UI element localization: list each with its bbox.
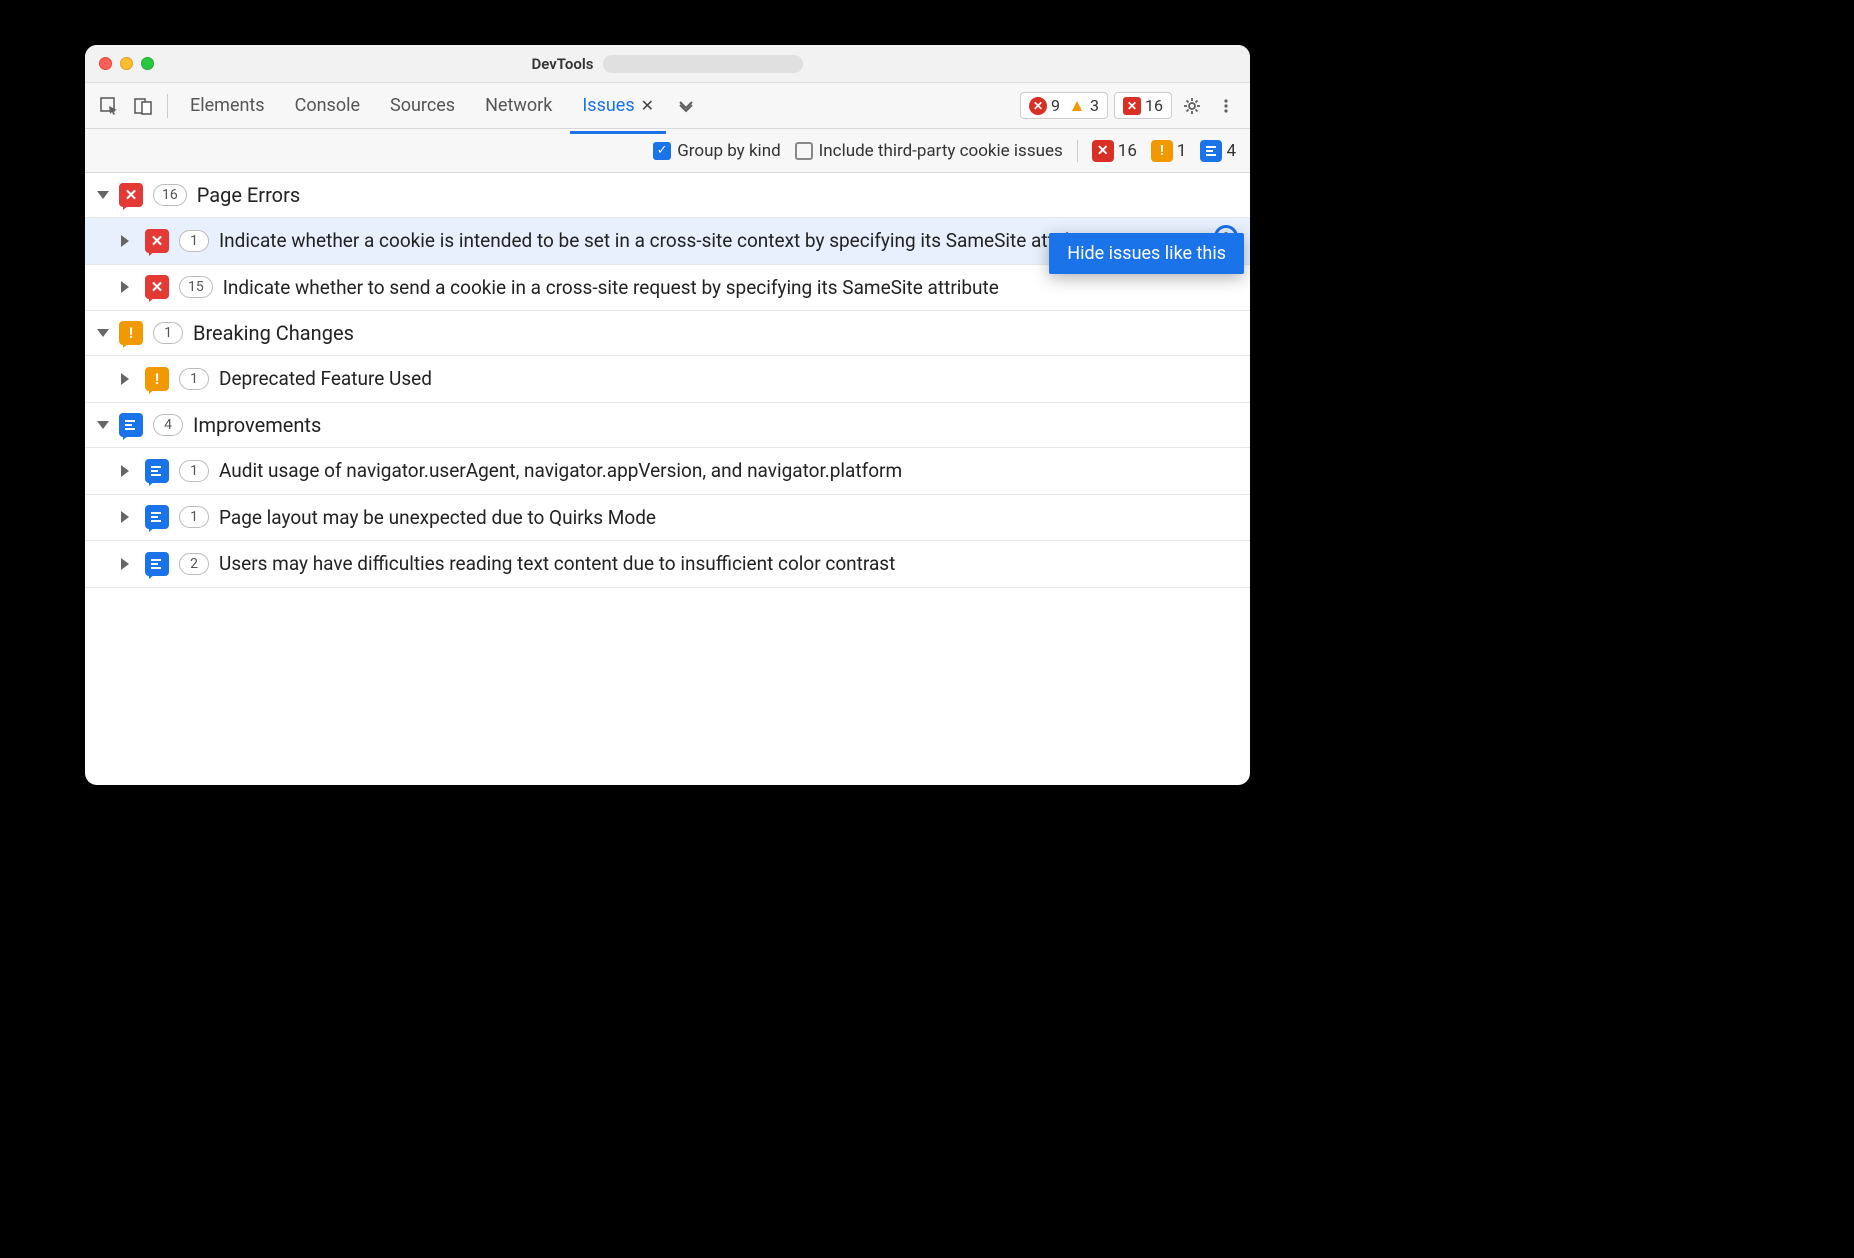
maximize-window-button[interactable] — [141, 57, 154, 70]
filter-errors-count: 16 — [1118, 141, 1137, 161]
chevron-down-icon — [97, 191, 109, 199]
warning-count-value: 3 — [1090, 96, 1099, 115]
filter-improvements-count: 4 — [1226, 141, 1236, 161]
issue-row[interactable]: 1 Page layout may be unexpected due to Q… — [85, 495, 1250, 542]
info-bubble-icon — [145, 505, 169, 529]
chevron-down-icon — [97, 329, 109, 337]
error-icon: ✕ — [1029, 97, 1047, 115]
group-header-page-errors[interactable]: ✕ 16 Page Errors — [85, 173, 1250, 218]
issue-row[interactable]: 2 Users may have difficulties reading te… — [85, 541, 1250, 588]
issue-text: Deprecated Feature Used — [219, 366, 1238, 392]
chevron-right-icon — [121, 235, 135, 247]
device-toolbar-icon[interactable] — [129, 92, 157, 120]
error-count: ✕ 9 — [1029, 96, 1060, 115]
devtools-window: DevTools Elements Console Sources Networ… — [85, 45, 1250, 785]
group-title: Page Errors — [197, 183, 300, 207]
issue-text: Page layout may be unexpected due to Qui… — [219, 505, 1238, 531]
error-bubble-icon: ✕ — [1092, 140, 1114, 162]
subbar-divider — [1077, 140, 1078, 162]
issue-row[interactable]: 1 Audit usage of navigator.userAgent, na… — [85, 448, 1250, 495]
minimize-window-button[interactable] — [120, 57, 133, 70]
context-menu-hide-label: Hide issues like this — [1067, 243, 1226, 264]
more-tabs-icon[interactable] — [672, 92, 700, 120]
chevron-right-icon — [121, 558, 135, 570]
chevron-down-icon — [97, 421, 109, 429]
issue-count: 2 — [179, 553, 209, 575]
filter-improvements[interactable]: 4 — [1200, 140, 1236, 162]
inspect-element-icon[interactable] — [95, 92, 123, 120]
group-by-kind-checkbox[interactable]: ✓ Group by kind — [653, 141, 780, 161]
warning-bubble-icon: ! — [1151, 140, 1173, 162]
issue-count: 15 — [179, 276, 213, 298]
include-third-party-checkbox[interactable]: Include third-party cookie issues — [795, 141, 1063, 161]
chevron-right-icon — [121, 373, 135, 385]
error-bubble-icon: ✕ — [119, 183, 143, 207]
include-third-party-label: Include third-party cookie issues — [819, 141, 1063, 161]
overflow-menu-icon[interactable] — [1212, 92, 1240, 120]
issue-count: 1 — [179, 460, 209, 482]
close-window-button[interactable] — [99, 57, 112, 70]
error-bubble-icon: ✕ — [145, 275, 169, 299]
error-count-value: 9 — [1051, 96, 1060, 115]
checkbox-checked-icon: ✓ — [653, 142, 671, 160]
console-status-badge[interactable]: ✕ 9 ▲ 3 — [1020, 92, 1108, 119]
group-count: 16 — [153, 184, 187, 206]
issue-error-count: ✕ 16 — [1123, 96, 1163, 115]
context-menu-hide[interactable]: Hide issues like this — [1049, 233, 1244, 274]
checkbox-empty-icon — [795, 142, 813, 160]
issue-row[interactable]: ! 1 Deprecated Feature Used — [85, 356, 1250, 403]
warning-bubble-icon: ! — [119, 321, 143, 345]
issue-error-count-value: 16 — [1145, 96, 1163, 115]
group-header-improvements[interactable]: 4 Improvements — [85, 403, 1250, 448]
info-bubble-icon — [1200, 140, 1222, 162]
info-bubble-icon — [119, 413, 143, 437]
tab-elements[interactable]: Elements — [178, 89, 277, 122]
warning-bubble-icon: ! — [145, 367, 169, 391]
title-center: DevTools — [532, 55, 804, 73]
issues-status-badge[interactable]: ✕ 16 — [1114, 92, 1172, 119]
issue-text: Audit usage of navigator.userAgent, navi… — [219, 458, 1238, 484]
error-square-icon: ✕ — [1123, 97, 1141, 115]
close-icon[interactable]: ✕ — [641, 96, 654, 115]
warning-count: ▲ 3 — [1068, 96, 1099, 115]
window-title: DevTools — [532, 55, 594, 73]
info-bubble-icon — [145, 459, 169, 483]
issues-filter-bar: ✓ Group by kind Include third-party cook… — [85, 129, 1250, 173]
issue-count: 1 — [179, 230, 209, 252]
issue-count: 1 — [179, 368, 209, 390]
traffic-lights — [99, 57, 154, 70]
group-count: 4 — [153, 414, 183, 436]
tab-sources[interactable]: Sources — [378, 89, 467, 122]
tab-network[interactable]: Network — [473, 89, 564, 122]
main-toolbar: Elements Console Sources Network Issues … — [85, 83, 1250, 129]
address-placeholder — [603, 55, 803, 73]
group-count: 1 — [153, 322, 183, 344]
group-title: Breaking Changes — [193, 321, 354, 345]
group-by-kind-label: Group by kind — [677, 141, 780, 161]
tab-issues-label: Issues — [582, 95, 634, 116]
error-bubble-icon: ✕ — [145, 229, 169, 253]
issue-text: Users may have difficulties reading text… — [219, 551, 1238, 577]
group-title: Improvements — [193, 413, 321, 437]
issue-count: 1 — [179, 506, 209, 528]
titlebar: DevTools — [85, 45, 1250, 83]
toolbar-divider — [167, 94, 168, 118]
issues-list: ✕ 16 Page Errors ✕ 1 Indicate whether a … — [85, 173, 1250, 785]
filter-warnings-count: 1 — [1177, 141, 1187, 161]
issue-text: Indicate whether to send a cookie in a c… — [223, 275, 1238, 301]
filter-errors[interactable]: ✕ 16 — [1092, 140, 1137, 162]
tab-issues[interactable]: Issues ✕ — [570, 89, 666, 122]
chevron-right-icon — [121, 511, 135, 523]
group-header-breaking-changes[interactable]: ! 1 Breaking Changes — [85, 311, 1250, 356]
info-bubble-icon — [145, 552, 169, 576]
filter-warnings[interactable]: ! 1 — [1151, 140, 1187, 162]
tab-console[interactable]: Console — [283, 89, 372, 122]
warning-icon: ▲ — [1068, 97, 1086, 115]
chevron-right-icon — [121, 281, 135, 293]
settings-icon[interactable] — [1178, 92, 1206, 120]
chevron-right-icon — [121, 465, 135, 477]
